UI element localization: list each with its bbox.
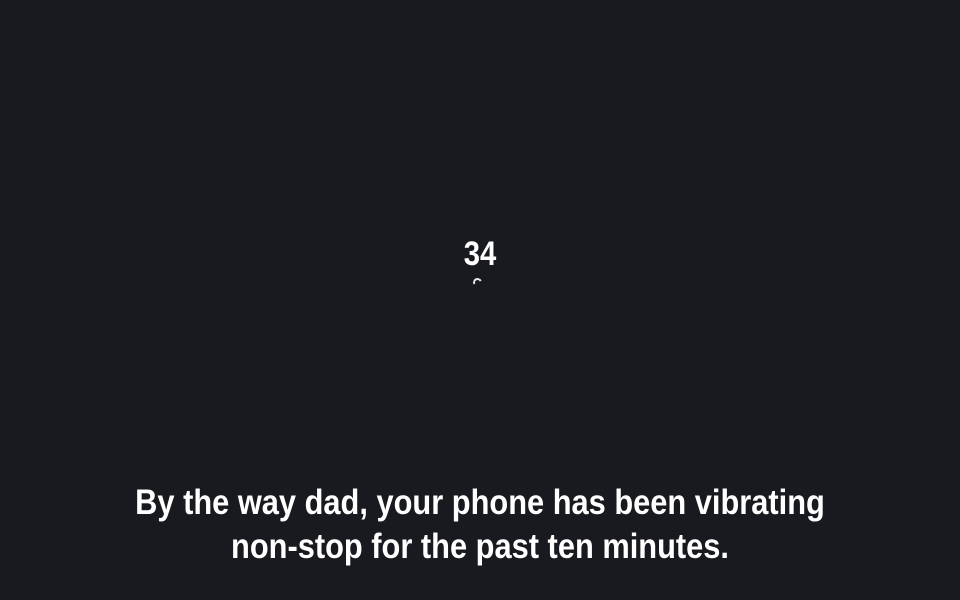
loading-spinner-icon <box>471 276 484 289</box>
subtitle-line-2: non-stop for the past ten minutes. <box>231 527 729 566</box>
subtitle-line-1: By the way dad, your phone has been vibr… <box>135 483 825 522</box>
countdown-timer: 34 <box>463 235 497 273</box>
subtitle-caption: By the way dad, your phone has been vibr… <box>93 481 867 569</box>
video-player-screen: 34 By the way dad, your phone has been v… <box>0 0 960 600</box>
